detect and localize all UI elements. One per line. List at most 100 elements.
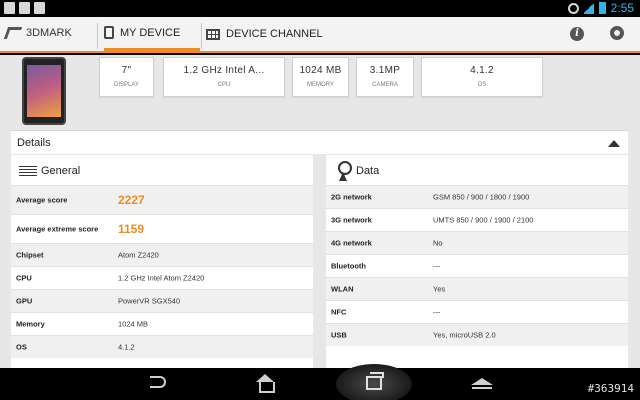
table-row: Chipset Atom Z2420 <box>11 243 313 266</box>
general-title: General <box>41 165 81 177</box>
3dmark-logo-icon <box>3 27 23 39</box>
row-value: PowerVR SGX540 <box>118 296 181 306</box>
image-notification-icon <box>4 2 15 14</box>
watermark: #363914 <box>587 382 634 395</box>
row-value: 4.1.2 <box>118 342 135 352</box>
details-title: Details <box>17 137 51 149</box>
table-row: Bluetooth --- <box>326 254 628 277</box>
row-key: Average extreme score <box>16 224 99 234</box>
spec-value: 4.1.2 <box>470 65 494 76</box>
tablet-icon <box>104 26 114 39</box>
row-value: Atom Z2420 <box>118 250 159 260</box>
general-header: General <box>11 155 313 185</box>
tab-device-channel[interactable]: DEVICE CHANNEL <box>206 17 323 51</box>
spec-label: DISPLAY <box>114 82 139 88</box>
table-row: 3G network UMTS 850 / 900 / 1900 / 2100 <box>326 208 628 231</box>
row-key: 2G network <box>331 192 372 202</box>
app-name: 3DMARK <box>26 27 72 39</box>
sync-icon <box>567 2 579 14</box>
average-score-value: 2227 <box>118 193 145 207</box>
info-icon[interactable]: i <box>570 27 584 41</box>
tab-my-device[interactable]: MY DEVICE <box>104 17 200 51</box>
row-value: 1.2 GHz Intel Atom Z2420 <box>118 273 205 283</box>
table-row: USB Yes, microUSB 2.0 <box>326 323 628 346</box>
spec-memory: 1024 MB MEMORY <box>292 57 349 97</box>
mail-notification-icon <box>19 2 30 14</box>
grid-icon <box>206 28 220 40</box>
table-row: 4G network No <box>326 231 628 254</box>
divider <box>201 23 202 49</box>
row-key: GPU <box>16 296 33 306</box>
spec-os: 4.1.2 OS <box>421 57 543 97</box>
spec-camera: 3.1MP CAMERA <box>356 57 414 97</box>
gear-icon[interactable] <box>610 26 624 40</box>
list-icon <box>19 166 37 177</box>
spec-value: 3.1MP <box>369 65 401 76</box>
row-key: Chipset <box>16 250 44 260</box>
table-row: Average extreme score 1159 <box>11 214 313 243</box>
table-row: OS 4.1.2 <box>11 335 313 358</box>
tab-label: DEVICE CHANNEL <box>226 28 323 40</box>
row-value: GSM 850 / 900 / 1800 / 1900 <box>433 192 530 202</box>
spec-label: CPU <box>217 82 231 88</box>
collapse-arrow-icon[interactable] <box>608 140 620 147</box>
device-image <box>22 57 66 125</box>
data-panel: Data 2G network GSM 850 / 900 / 1800 / 1… <box>326 155 628 368</box>
details-header[interactable]: Details <box>11 130 628 154</box>
status-right: 2:55 <box>567 1 634 15</box>
spec-label: OS <box>477 82 487 88</box>
app-bar: 3DMARK MY DEVICE DEVICE CHANNEL i <box>0 17 640 53</box>
row-value: --- <box>433 307 441 317</box>
row-key: Memory <box>16 319 45 329</box>
battery-icon <box>598 2 606 14</box>
spec-value: 1024 MB <box>299 65 342 76</box>
table-row: WLAN Yes <box>326 277 628 300</box>
spec-cpu: 1.2 GHz Intel A... CPU <box>163 57 285 97</box>
spec-value: 7" <box>121 65 132 76</box>
row-value: No <box>433 238 443 248</box>
row-key: NFC <box>331 307 347 317</box>
row-key: Average score <box>16 195 68 205</box>
antenna-icon <box>338 161 352 181</box>
back-icon[interactable] <box>150 376 166 388</box>
app-logo[interactable]: 3DMARK <box>3 27 72 39</box>
data-header: Data <box>326 155 628 185</box>
navigation-bar: #363914 <box>0 364 640 400</box>
data-title: Data <box>356 165 380 177</box>
spec-label: MEMORY <box>307 82 334 88</box>
status-bar: 2:55 <box>0 0 640 17</box>
table-row: CPU 1.2 GHz Intel Atom Z2420 <box>11 266 313 289</box>
row-key: USB <box>331 330 347 340</box>
notification-icons <box>4 2 45 14</box>
row-value: --- <box>433 261 441 271</box>
home-icon[interactable] <box>256 374 275 393</box>
file-notification-icon <box>34 2 45 14</box>
row-key: OS <box>16 342 27 352</box>
row-value: 1024 MB <box>118 319 149 329</box>
spec-display: 7" DISPLAY <box>99 57 154 97</box>
general-panel: General Average score 2227 Average extre… <box>11 155 313 368</box>
spec-value: 1.2 GHz Intel A... <box>183 65 265 76</box>
divider <box>97 23 98 49</box>
tab-label: MY DEVICE <box>120 26 181 39</box>
table-row: GPU PowerVR SGX540 <box>11 289 313 312</box>
row-key: 3G network <box>331 215 372 225</box>
main-content: 7" DISPLAY 1.2 GHz Intel A... CPU 1024 M… <box>0 55 640 368</box>
row-value: Yes <box>433 284 446 294</box>
table-row: Memory 1024 MB <box>11 312 313 335</box>
clock: 2:55 <box>610 1 634 15</box>
table-row: Average score 2227 <box>11 185 313 214</box>
row-key: WLAN <box>331 284 354 294</box>
wifi-signal-icon <box>583 2 594 14</box>
row-key: Bluetooth <box>331 261 366 271</box>
table-row: NFC --- <box>326 300 628 323</box>
row-value: UMTS 850 / 900 / 1900 / 2100 <box>433 215 534 225</box>
spec-label: CAMERA <box>372 82 398 88</box>
menu-icon[interactable] <box>471 378 493 390</box>
row-value: Yes, microUSB 2.0 <box>433 330 496 340</box>
table-row: 2G network GSM 850 / 900 / 1800 / 1900 <box>326 185 628 208</box>
row-key: CPU <box>16 273 32 283</box>
extreme-score-value: 1159 <box>118 222 145 236</box>
row-key: 4G network <box>331 238 372 248</box>
recent-apps-icon[interactable] <box>366 372 384 390</box>
